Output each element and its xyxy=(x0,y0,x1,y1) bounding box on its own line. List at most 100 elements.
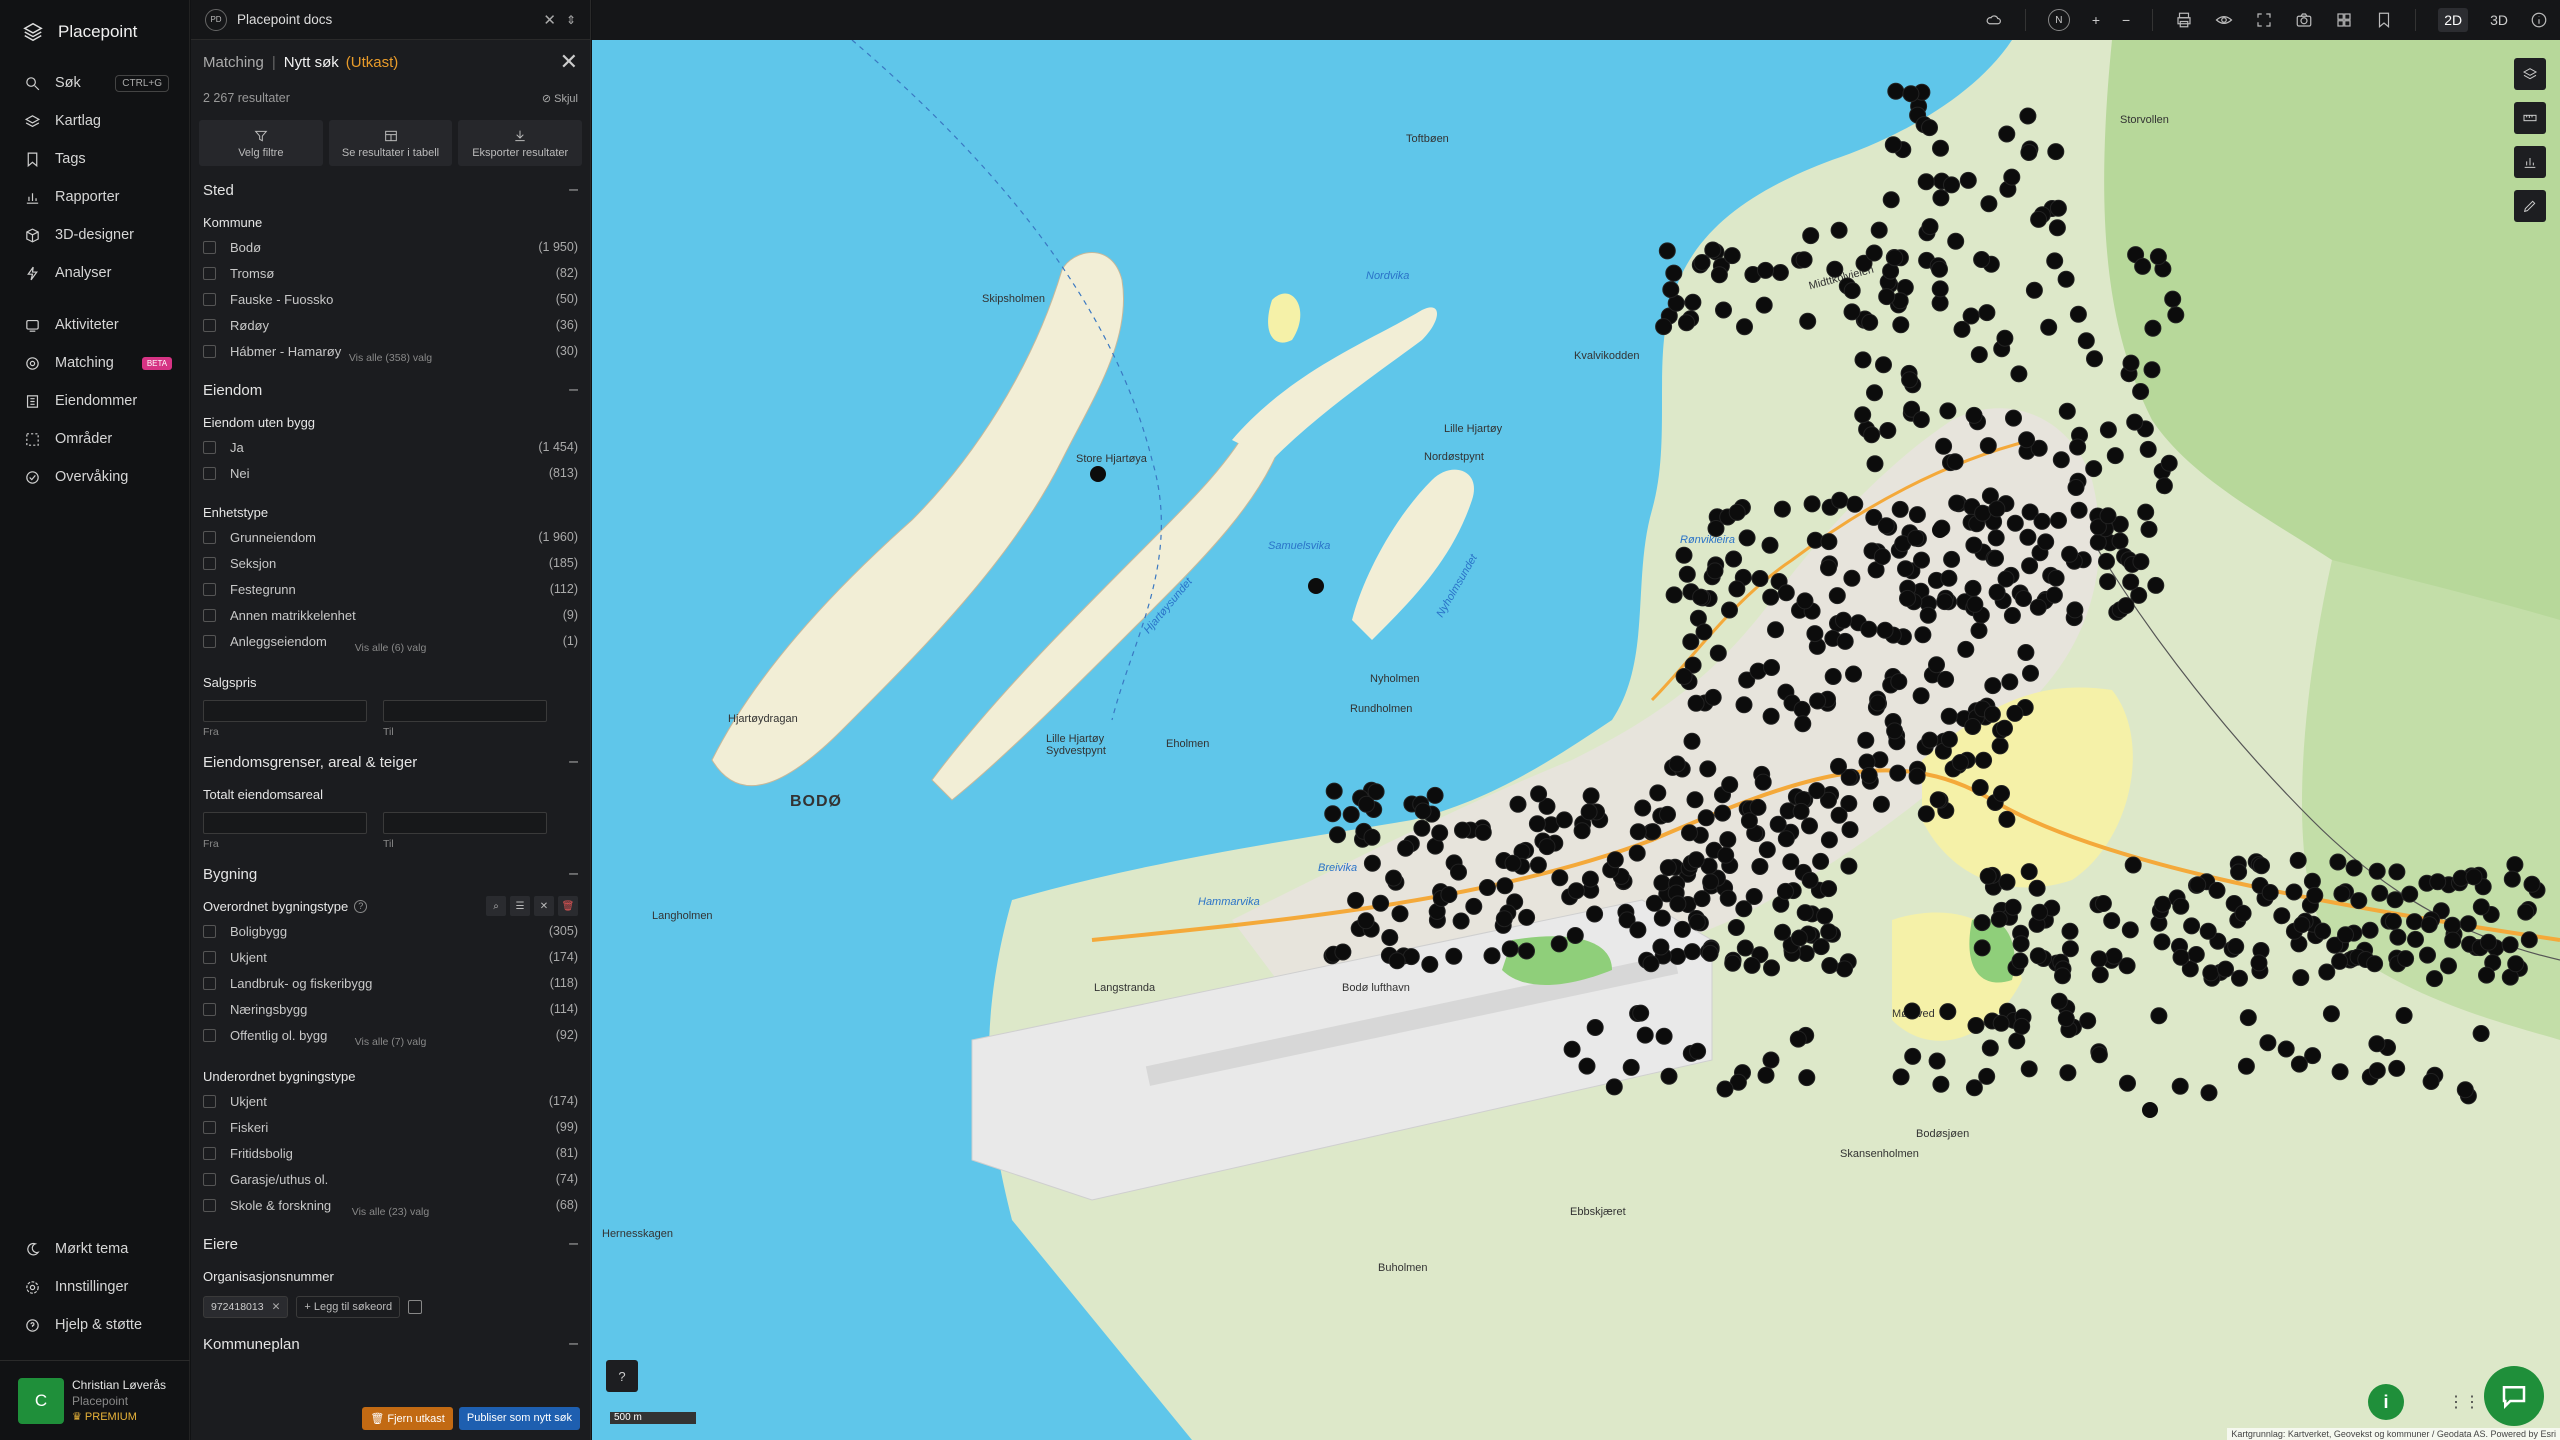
result-marker[interactable] xyxy=(1636,1026,1654,1044)
areal-from-input[interactable] xyxy=(203,812,367,834)
result-marker[interactable] xyxy=(1655,1027,1673,1045)
result-marker[interactable] xyxy=(1884,136,1902,154)
result-marker[interactable] xyxy=(1431,824,1449,842)
result-marker[interactable] xyxy=(1529,856,1547,874)
result-marker[interactable] xyxy=(1789,1030,1807,1048)
close-icon[interactable]: ✕ xyxy=(543,11,556,29)
result-marker[interactable] xyxy=(2480,933,2497,951)
result-marker[interactable] xyxy=(2069,305,2087,323)
result-marker[interactable] xyxy=(1993,785,2010,802)
result-marker[interactable] xyxy=(2132,383,2150,400)
result-marker[interactable] xyxy=(1606,851,1624,869)
result-marker[interactable] xyxy=(1902,85,1920,103)
result-marker[interactable] xyxy=(1678,565,1696,583)
result-marker[interactable] xyxy=(1816,907,1834,925)
result-marker[interactable] xyxy=(1728,580,1746,598)
result-marker[interactable] xyxy=(2465,868,2483,886)
result-marker[interactable] xyxy=(1854,406,1872,424)
result-marker[interactable] xyxy=(1715,301,1732,319)
result-marker[interactable] xyxy=(2149,248,2167,266)
result-marker[interactable] xyxy=(2154,895,2172,913)
result-marker[interactable] xyxy=(2029,598,2047,616)
nav-item-help[interactable]: Hjelp & støtte xyxy=(0,1306,190,1344)
result-marker[interactable] xyxy=(2058,402,2076,420)
result-marker[interactable] xyxy=(1987,529,2005,547)
result-marker[interactable] xyxy=(1707,520,1725,537)
result-marker[interactable] xyxy=(1931,294,1949,312)
result-marker[interactable] xyxy=(1913,551,1930,569)
result-marker[interactable] xyxy=(2061,940,2079,958)
result-marker[interactable] xyxy=(1873,548,1891,566)
result-marker[interactable] xyxy=(1735,696,1753,714)
weather-icon[interactable] xyxy=(1985,11,2003,29)
result-marker[interactable] xyxy=(1363,854,1381,872)
result-marker[interactable] xyxy=(1981,1039,1999,1057)
result-marker[interactable] xyxy=(1798,1069,1816,1087)
result-marker[interactable] xyxy=(2384,913,2402,930)
result-marker[interactable] xyxy=(2397,950,2415,968)
result-marker[interactable] xyxy=(2520,931,2538,949)
section-header[interactable]: Bygning – xyxy=(203,854,578,894)
result-marker[interactable] xyxy=(2426,970,2443,988)
result-marker[interactable] xyxy=(2111,532,2129,550)
result-marker[interactable] xyxy=(2167,306,2185,324)
result-marker[interactable] xyxy=(1751,570,1769,587)
result-marker[interactable] xyxy=(1820,559,1837,577)
select-filters-button[interactable]: Velg filtre xyxy=(199,120,323,166)
result-marker[interactable] xyxy=(1743,956,1761,974)
result-marker[interactable] xyxy=(1605,1078,1623,1096)
result-marker[interactable] xyxy=(1939,1003,1957,1021)
result-marker[interactable] xyxy=(2234,904,2252,922)
result-marker[interactable] xyxy=(1974,504,1992,522)
result-marker[interactable] xyxy=(1897,560,1914,578)
result-marker[interactable] xyxy=(1795,251,1813,269)
result-marker[interactable] xyxy=(1940,707,1958,725)
result-marker[interactable] xyxy=(1931,260,1948,278)
result-marker[interactable] xyxy=(1692,588,1710,606)
result-marker[interactable] xyxy=(1929,791,1947,809)
result-marker[interactable] xyxy=(1792,802,1810,820)
result-marker[interactable] xyxy=(2472,898,2490,916)
result-marker[interactable] xyxy=(2503,870,2521,888)
result-marker[interactable] xyxy=(1946,453,1964,471)
chat-button[interactable] xyxy=(2484,1366,2544,1426)
result-marker[interactable] xyxy=(1959,171,1977,189)
result-marker[interactable] xyxy=(2303,872,2321,890)
result-marker[interactable] xyxy=(2067,479,2085,496)
result-marker[interactable] xyxy=(2122,573,2140,591)
result-marker[interactable] xyxy=(1820,533,1838,551)
result-marker[interactable] xyxy=(1830,221,1848,239)
result-marker[interactable] xyxy=(1964,718,1982,735)
result-marker[interactable] xyxy=(1777,882,1794,900)
result-marker[interactable] xyxy=(1953,320,1971,338)
result-marker[interactable] xyxy=(1821,957,1839,974)
result-marker[interactable] xyxy=(1687,851,1705,869)
result-marker[interactable] xyxy=(1773,500,1791,518)
result-marker[interactable] xyxy=(1840,857,1858,875)
filter-option[interactable]: Bodø (1 950) xyxy=(203,234,578,260)
result-marker[interactable] xyxy=(1538,838,1556,856)
result-marker[interactable] xyxy=(2019,528,2037,546)
result-marker[interactable] xyxy=(1774,923,1791,941)
result-marker[interactable] xyxy=(2253,857,2270,875)
filter-option[interactable]: Seksjon (185) xyxy=(203,550,578,576)
collapse-icon[interactable]: – xyxy=(569,1235,578,1253)
result-marker[interactable] xyxy=(1912,411,1930,429)
result-marker[interactable] xyxy=(1996,329,2014,347)
result-marker[interactable] xyxy=(1777,584,1795,602)
result-marker[interactable] xyxy=(1706,562,1724,580)
result-marker[interactable] xyxy=(1887,82,1905,100)
result-marker[interactable] xyxy=(1622,1058,1640,1076)
result-marker[interactable] xyxy=(2322,1005,2340,1023)
result-marker[interactable] xyxy=(1908,506,1926,524)
result-marker[interactable] xyxy=(2501,936,2519,954)
result-marker[interactable] xyxy=(2472,1025,2490,1042)
nav-item-omrader[interactable]: Områder xyxy=(0,420,189,458)
result-marker[interactable] xyxy=(1834,611,1852,629)
result-marker[interactable] xyxy=(2227,938,2245,955)
result-marker[interactable] xyxy=(1990,910,2008,928)
result-marker[interactable] xyxy=(1719,831,1737,849)
result-marker[interactable] xyxy=(1892,1068,1910,1086)
result-marker[interactable] xyxy=(1970,622,1988,639)
result-marker[interactable] xyxy=(2020,863,2038,881)
